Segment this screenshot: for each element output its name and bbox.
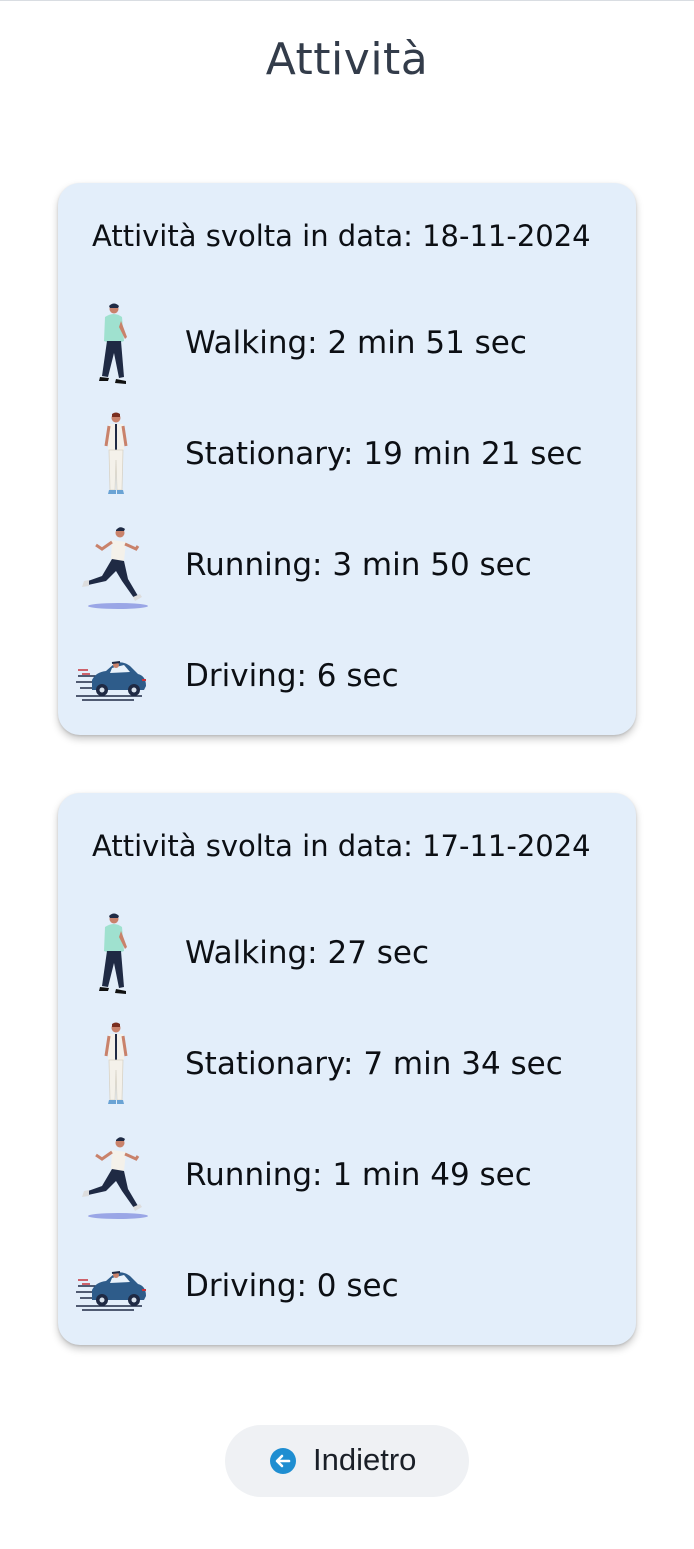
back-button[interactable]: Indietro xyxy=(225,1425,469,1497)
activity-label: Stationary: 7 min 34 sec xyxy=(185,1046,563,1082)
activity-row-stationary: Stationary: 19 min 21 sec xyxy=(72,412,632,502)
activity-label: Running: 3 min 50 sec xyxy=(185,547,532,583)
activity-row-walking: Walking: 2 min 51 sec xyxy=(72,301,632,391)
page-title: Attività xyxy=(265,34,429,85)
activity-row-running: Running: 1 min 49 sec xyxy=(72,1133,632,1223)
activity-date-label: Attività svolta in data: 17-11-2024 xyxy=(92,829,591,863)
driving-car-icon xyxy=(76,661,146,701)
activity-row-driving: Driving: 0 sec xyxy=(72,1244,632,1334)
activity-row-running: Running: 3 min 50 sec xyxy=(72,523,632,613)
activity-row-stationary: Stationary: 7 min 34 sec xyxy=(72,1022,632,1112)
activity-label: Running: 1 min 49 sec xyxy=(185,1157,532,1193)
activity-label: Driving: 0 sec xyxy=(185,1268,399,1304)
activity-card: Attività svolta in data: 18-11-2024 Walk… xyxy=(58,183,636,735)
running-person-icon xyxy=(82,1137,148,1219)
walking-person-icon xyxy=(99,303,127,384)
standing-person-icon xyxy=(104,412,128,494)
driving-car-icon xyxy=(76,1271,146,1311)
activity-card: Attività svolta in data: 17-11-2024 Walk… xyxy=(58,793,636,1345)
running-person-icon xyxy=(82,527,148,609)
back-button-label: Indietro xyxy=(313,1442,417,1477)
arrow-left-circle-icon xyxy=(270,1448,296,1474)
activity-date-label: Attività svolta in data: 18-11-2024 xyxy=(92,219,591,253)
activity-label: Stationary: 19 min 21 sec xyxy=(185,436,583,472)
activity-row-driving: Driving: 6 sec xyxy=(72,634,632,724)
activity-label: Walking: 2 min 51 sec xyxy=(185,325,527,361)
walking-person-icon xyxy=(99,913,127,994)
standing-person-icon xyxy=(104,1022,128,1104)
activity-row-walking: Walking: 27 sec xyxy=(72,911,632,1001)
activity-label: Driving: 6 sec xyxy=(185,658,399,694)
activity-label: Walking: 27 sec xyxy=(185,935,430,971)
top-divider xyxy=(0,0,694,1)
